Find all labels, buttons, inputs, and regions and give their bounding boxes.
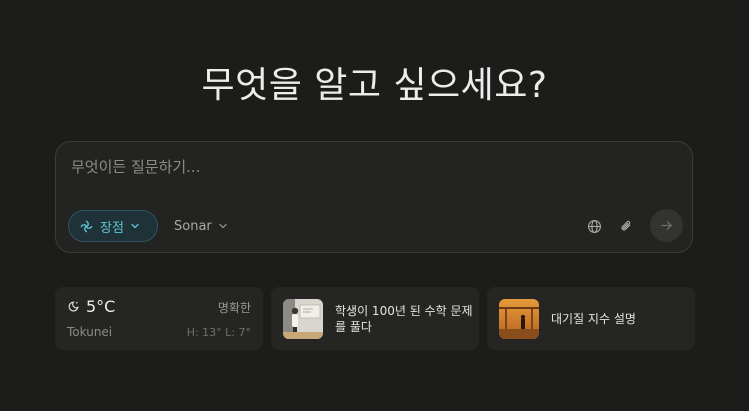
news-title: 대기질 지수 설명 [551,311,636,326]
ask-composer: 장점 Sonar [55,141,693,253]
news-thumbnail [283,298,323,339]
model-label: Sonar [174,218,212,234]
submit-button[interactable] [650,209,683,242]
news-title: 학생이 100년 된 수학 문제를 풀다 [335,303,473,334]
arrow-right-icon [660,219,673,232]
weather-condition: 명확한 [217,301,251,315]
globe-icon[interactable] [583,215,605,237]
weather-temperature-row: 5°C [66,297,115,316]
news-card[interactable]: 학생이 100년 된 수학 문제를 풀다 [271,287,479,350]
paperclip-icon[interactable] [615,215,637,237]
page: 무엇을 알고 싶으세요? 장점 Sonar [0,0,749,411]
weather-temperature: 5°C [86,297,116,316]
spark-icon [79,219,94,234]
focus-mode-label: 장점 [100,220,124,236]
weather-card[interactable]: 5°C 명확한 Tokunei H: 13° L: 7° [55,287,263,350]
news-card[interactable]: 대기질 지수 설명 [487,287,695,350]
focus-mode-button[interactable]: 장점 [68,210,158,242]
question-input[interactable] [71,156,631,178]
page-title: 무엇을 알고 싶으세요? [201,65,548,106]
news-thumbnail [499,298,539,339]
chevron-down-icon [130,221,140,231]
weather-high-low: H: 13° L: 7° [186,326,251,339]
chevron-down-icon [218,221,228,231]
moon-cloud-icon [66,300,80,314]
model-select[interactable]: Sonar [174,210,228,242]
weather-location: Tokunei [67,325,113,339]
